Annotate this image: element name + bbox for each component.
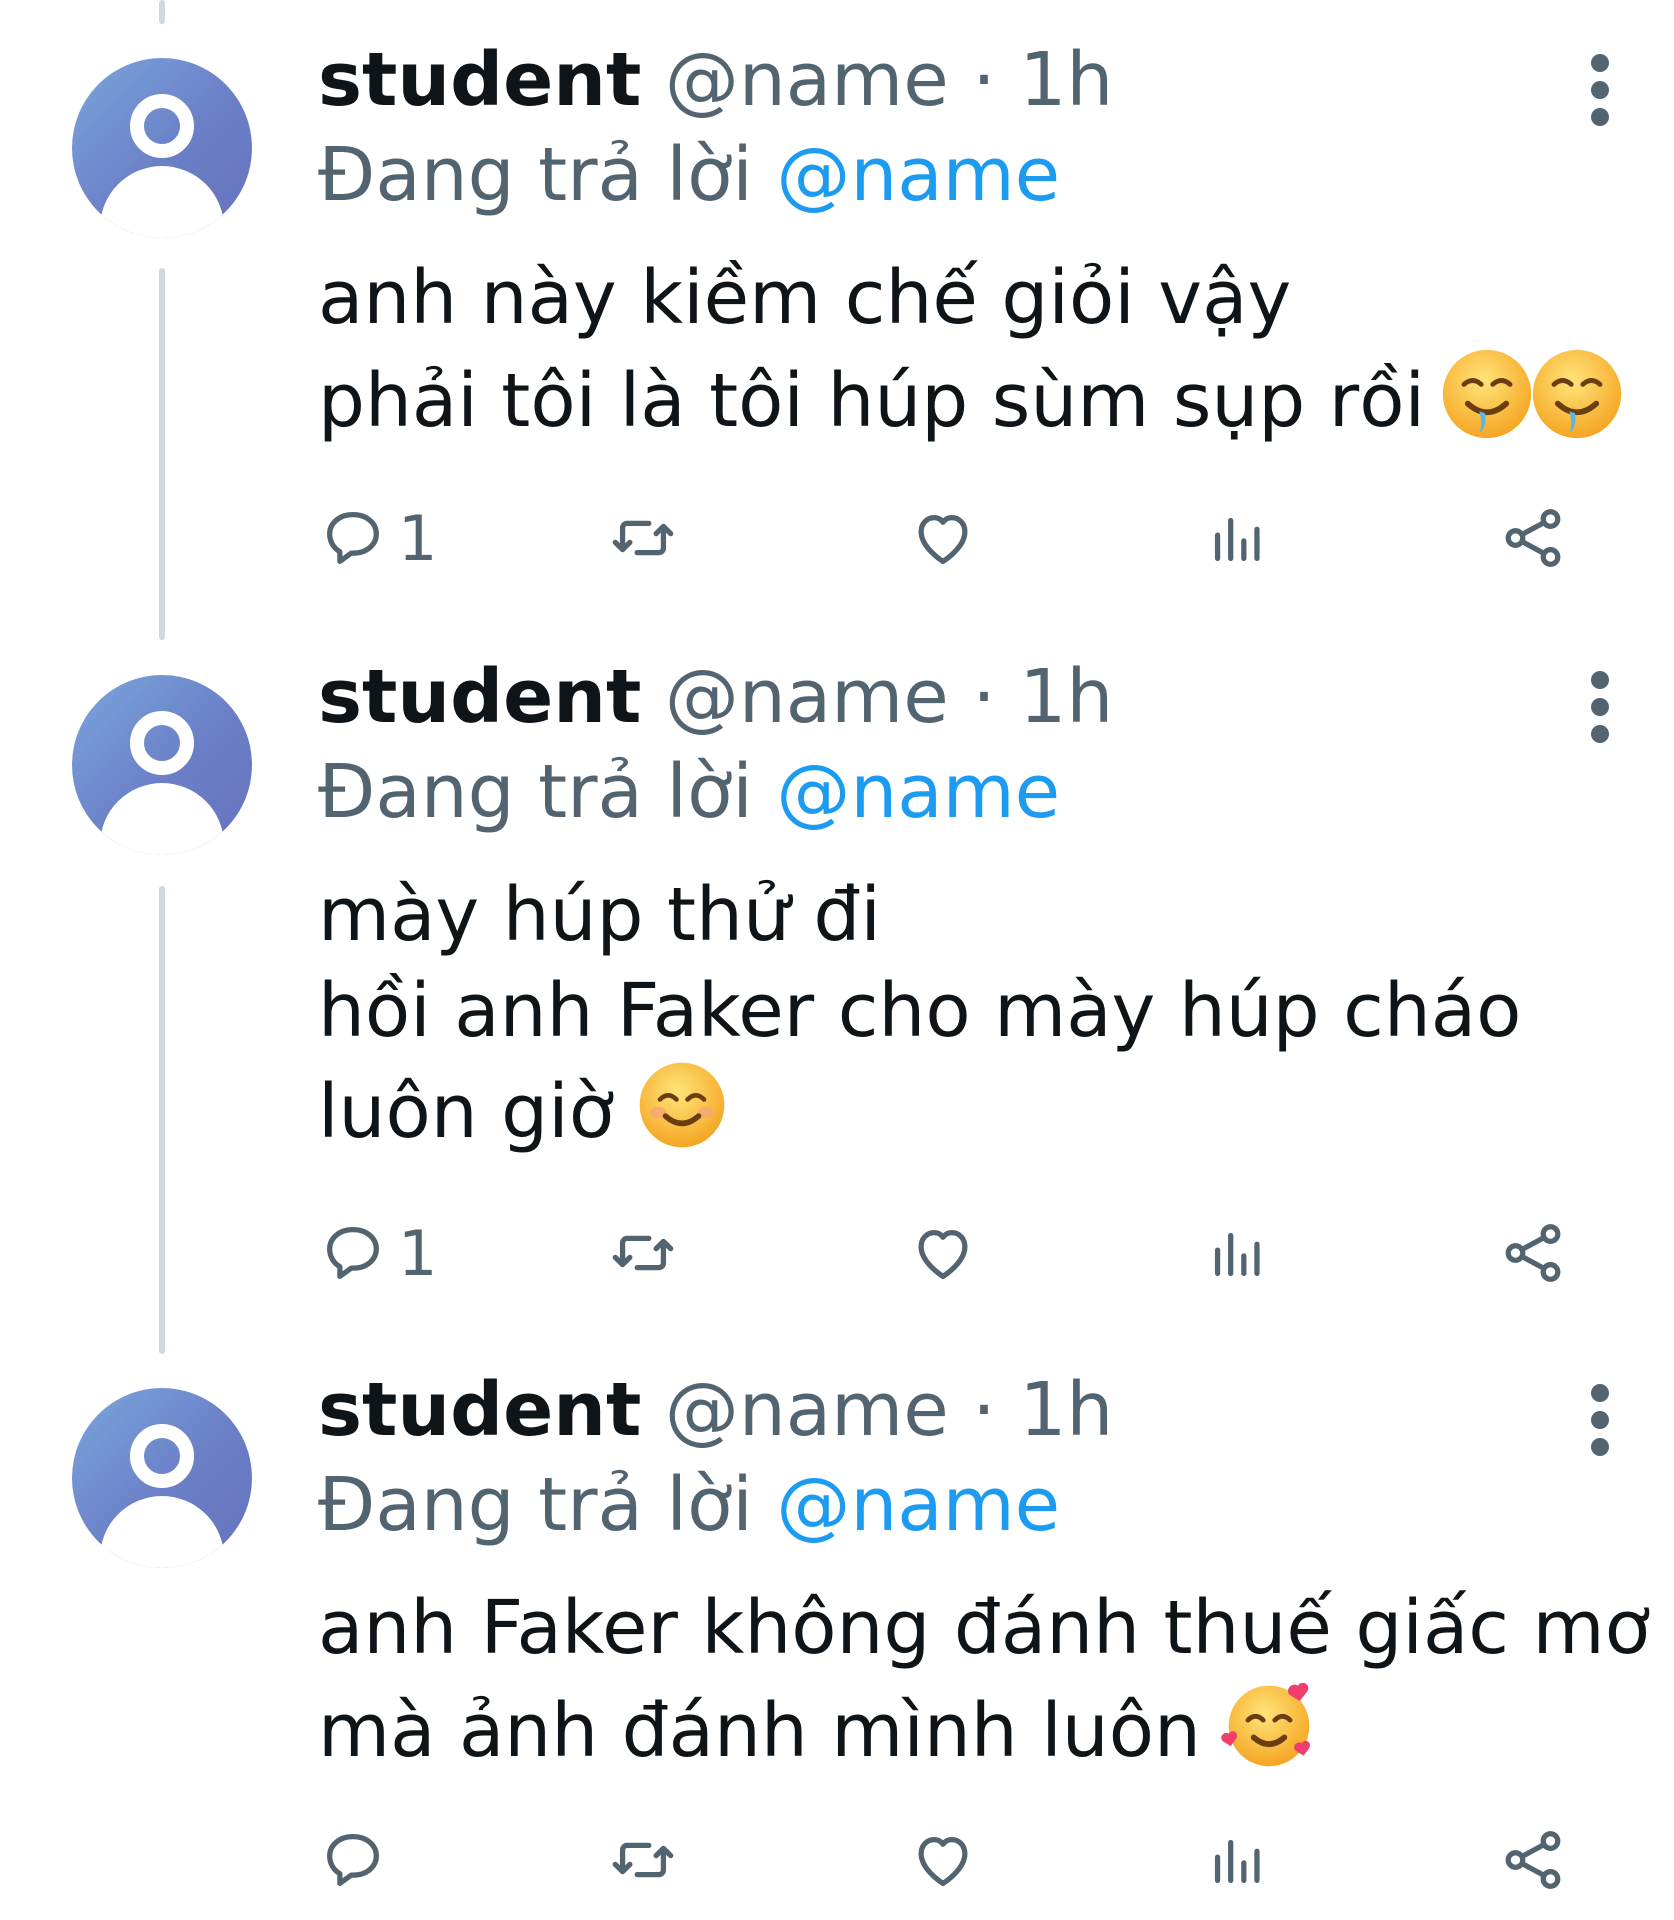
drooling-face-icon <box>1439 346 1535 465</box>
views-button[interactable] <box>1203 498 1273 578</box>
retweet-button[interactable] <box>608 1820 678 1900</box>
replying-prefix: Đang trả lời <box>318 1462 753 1548</box>
reply-icon <box>327 1834 379 1886</box>
retweet-button[interactable] <box>608 498 678 578</box>
replying-prefix: Đang trả lời <box>318 749 753 835</box>
handle[interactable]: @name <box>665 654 949 740</box>
tweet-text-line: mày húp thử đi <box>318 872 881 958</box>
tweet-header: student @name · 1h <box>318 1360 1113 1460</box>
tweet-text-line: anh Faker không đánh thuế giấc mơ <box>318 1585 1650 1671</box>
reply-button[interactable]: 1 <box>318 1213 437 1293</box>
share-button[interactable] <box>1498 1213 1568 1293</box>
share-button[interactable] <box>1498 1820 1568 1900</box>
reply-icon <box>327 512 379 564</box>
avatar-head <box>130 711 194 775</box>
like-button[interactable] <box>908 1820 978 1900</box>
reply-count: 1 <box>398 1216 438 1290</box>
retweet-icon <box>612 1235 674 1271</box>
thread-line <box>159 0 165 24</box>
separator: · <box>972 654 996 740</box>
avatar[interactable] <box>72 58 252 238</box>
like-button[interactable] <box>908 498 978 578</box>
tweet-text-line: hồi anh Faker cho mày húp cháo <box>318 968 1522 1054</box>
timestamp[interactable]: 1h <box>1019 37 1113 123</box>
retweet-button[interactable] <box>608 1213 678 1293</box>
tweet-actions: 1 <box>318 1213 1618 1293</box>
reply-button[interactable]: 1 <box>318 498 437 578</box>
more-options-icon[interactable] <box>1570 667 1630 747</box>
replying-to: Đang trả lời @name <box>318 125 1060 225</box>
reply-count: 1 <box>398 501 438 575</box>
avatar-head <box>130 1424 194 1488</box>
retweet-icon <box>612 1842 674 1878</box>
share-icon <box>1505 1831 1561 1889</box>
smiling-face-with-hearts-icon <box>1221 1676 1317 1795</box>
share-icon <box>1505 509 1561 567</box>
separator: · <box>972 1367 996 1453</box>
drooling-face-icon <box>1529 346 1625 465</box>
heart-icon <box>918 1229 968 1279</box>
share-icon <box>1505 1224 1561 1282</box>
tweet-text-line: luôn giờ <box>318 1059 1521 1174</box>
tweet[interactable]: student @name · 1h Đang trả lời @name mà… <box>0 647 1674 1347</box>
tweet[interactable]: student @name · 1h Đang trả lời @name an… <box>0 30 1674 640</box>
avatar-body <box>100 1496 224 1568</box>
display-name[interactable]: student <box>318 654 641 740</box>
tweet-text: anh này kiềm chế giỏi vậy phải tôi là tô… <box>318 250 1625 465</box>
replying-to: Đang trả lời @name <box>318 1455 1060 1555</box>
tweet-actions <box>318 1820 1618 1900</box>
tweet-text-line: mà ảnh đánh mình luôn <box>318 1676 1650 1795</box>
tweet-actions: 1 <box>318 498 1618 578</box>
retweet-icon <box>612 520 674 556</box>
reply-button[interactable] <box>318 1820 398 1900</box>
replying-to: Đang trả lời @name <box>318 742 1060 842</box>
more-options-icon[interactable] <box>1570 1380 1630 1460</box>
heart-icon <box>918 1836 968 1886</box>
replying-prefix: Đang trả lời <box>318 132 753 218</box>
views-button[interactable] <box>1203 1820 1273 1900</box>
tweet-text-line: phải tôi là tôi húp sùm sụp rồi <box>318 346 1625 465</box>
handle[interactable]: @name <box>665 1367 949 1453</box>
avatar-body <box>100 783 224 855</box>
separator: · <box>972 37 996 123</box>
views-button[interactable] <box>1203 1213 1273 1293</box>
tweet-text-line-text: luôn giờ <box>318 1069 614 1156</box>
avatar[interactable] <box>72 675 252 855</box>
mention-link[interactable]: @name <box>776 1462 1060 1548</box>
heart-icon <box>918 514 968 564</box>
tweet-text-line-text: phải tôi là tôi húp sùm sụp rồi <box>318 358 1426 445</box>
display-name[interactable]: student <box>318 37 641 123</box>
avatar-head <box>130 94 194 158</box>
tweet-text: mày húp thử đi hồi anh Faker cho mày húp… <box>318 867 1521 1174</box>
tweet-text-line-text: mà ảnh đánh mình luôn <box>318 1688 1201 1775</box>
display-name[interactable]: student <box>318 1367 641 1453</box>
tweet-text-line: anh này kiềm chế giỏi vậy <box>318 255 1292 341</box>
tweet-text: anh Faker không đánh thuế giấc mơ mà ảnh… <box>318 1580 1650 1795</box>
mention-link[interactable]: @name <box>776 132 1060 218</box>
timestamp[interactable]: 1h <box>1019 654 1113 740</box>
views-icon <box>1214 1839 1260 1884</box>
tweet-header: student @name · 1h <box>318 30 1113 130</box>
avatar[interactable] <box>72 1388 252 1568</box>
tweet-header: student @name · 1h <box>318 647 1113 747</box>
more-options-icon[interactable] <box>1570 50 1630 130</box>
mention-link[interactable]: @name <box>776 749 1060 835</box>
smiling-face-icon <box>636 1059 728 1174</box>
like-button[interactable] <box>908 1213 978 1293</box>
views-icon <box>1214 517 1260 562</box>
reply-icon <box>327 1227 379 1279</box>
share-button[interactable] <box>1498 498 1568 578</box>
timestamp[interactable]: 1h <box>1019 1367 1113 1453</box>
views-icon <box>1214 1232 1260 1277</box>
avatar-body <box>100 166 224 238</box>
tweet[interactable]: student @name · 1h Đang trả lời @name an… <box>0 1360 1674 1920</box>
handle[interactable]: @name <box>665 37 949 123</box>
